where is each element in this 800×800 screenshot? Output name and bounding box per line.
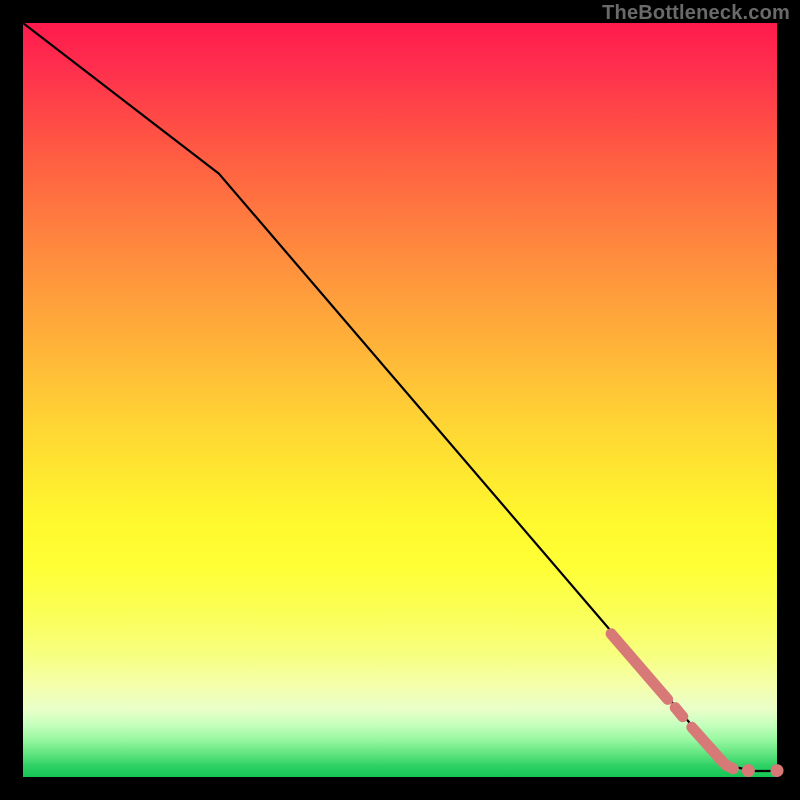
chart-stage: TheBottleneck.com	[0, 0, 800, 800]
plot-area	[23, 23, 777, 777]
attribution-text: TheBottleneck.com	[602, 2, 790, 25]
